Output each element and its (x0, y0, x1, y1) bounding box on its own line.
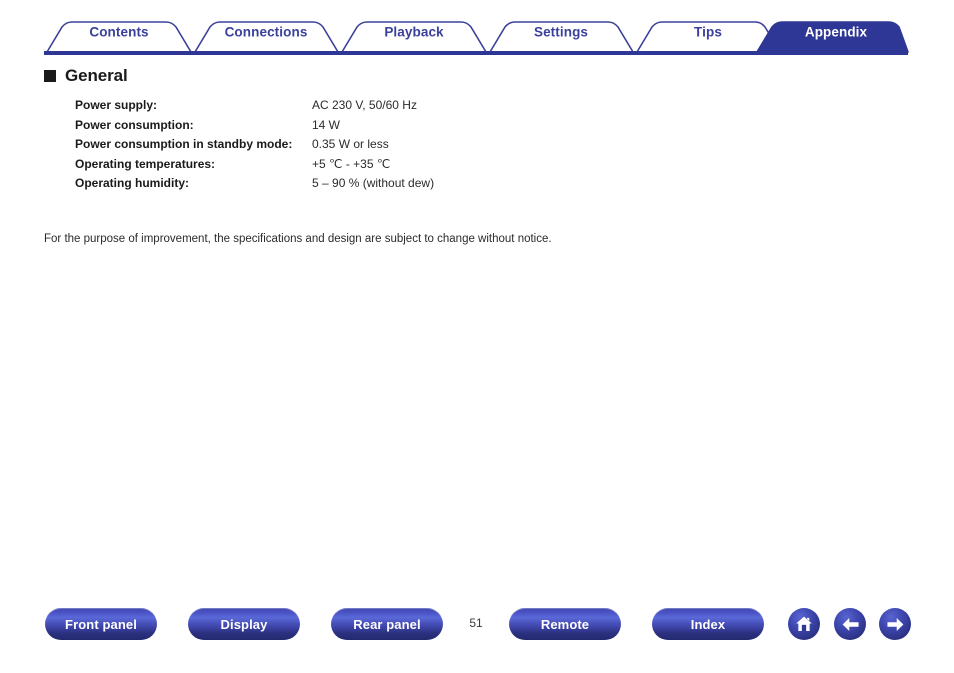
spec-label: Power supply: (75, 98, 158, 112)
tab-bar: Contents Connections Playback Settings T… (0, 0, 954, 62)
table-row: Power supply: AC 230 V, 50/60 Hz (75, 98, 715, 118)
arrow-left-icon (842, 617, 859, 631)
filled-square-bullet-icon (44, 70, 56, 82)
footer-navigation: Front panel Display Rear panel 51 Remote… (0, 608, 954, 658)
rear-panel-button[interactable]: Rear panel (331, 608, 443, 640)
table-row: Power consumption in standby mode: 0.35 … (75, 137, 715, 157)
page-number: 51 (469, 616, 483, 630)
spec-label: Power consumption: (75, 117, 194, 132)
specifications-table: Power supply: AC 230 V, 50/60 Hz Power c… (75, 98, 715, 196)
home-button[interactable] (788, 608, 820, 640)
tab-shape-appendix[interactable] (756, 21, 909, 53)
table-row: Power consumption: 14 W (75, 118, 715, 138)
spec-value: AC 230 V, 50/60 Hz (312, 98, 417, 112)
home-icon (796, 616, 812, 631)
section-title: General (65, 66, 128, 85)
table-row: Operating humidity: 5 – 90 % (without de… (75, 176, 715, 196)
spec-value: +5 ℃ - +35 ℃ (312, 156, 391, 171)
spec-label: Operating temperatures: (75, 156, 216, 171)
tab-shape-tips[interactable] (636, 21, 781, 53)
spec-value: 14 W (312, 117, 341, 132)
tab-bar-rule (44, 51, 908, 55)
arrow-right-icon (886, 617, 903, 631)
back-button[interactable] (834, 608, 866, 640)
display-button[interactable]: Display (188, 608, 300, 640)
tab-shape-contents[interactable] (46, 21, 192, 53)
tab-bar-graphics (44, 21, 909, 55)
spec-value: 5 – 90 % (without dew) (312, 176, 435, 190)
forward-button[interactable] (879, 608, 911, 640)
remote-button[interactable]: Remote (509, 608, 621, 640)
tab-shape-settings[interactable] (489, 21, 634, 53)
spec-value: 0.35 W or less (312, 137, 389, 151)
front-panel-button[interactable]: Front panel (45, 608, 157, 640)
table-row: Operating temperatures: +5 ℃ - +35 ℃ (75, 157, 715, 177)
index-button[interactable]: Index (652, 608, 764, 640)
tab-shape-playback[interactable] (341, 21, 487, 53)
specifications-note: For the purpose of improvement, the spec… (44, 233, 552, 245)
tab-shape-connections[interactable] (194, 21, 339, 53)
spec-label: Power consumption in standby mode: (75, 137, 293, 151)
section-heading: General (44, 66, 128, 86)
spec-label: Operating humidity: (75, 176, 189, 190)
